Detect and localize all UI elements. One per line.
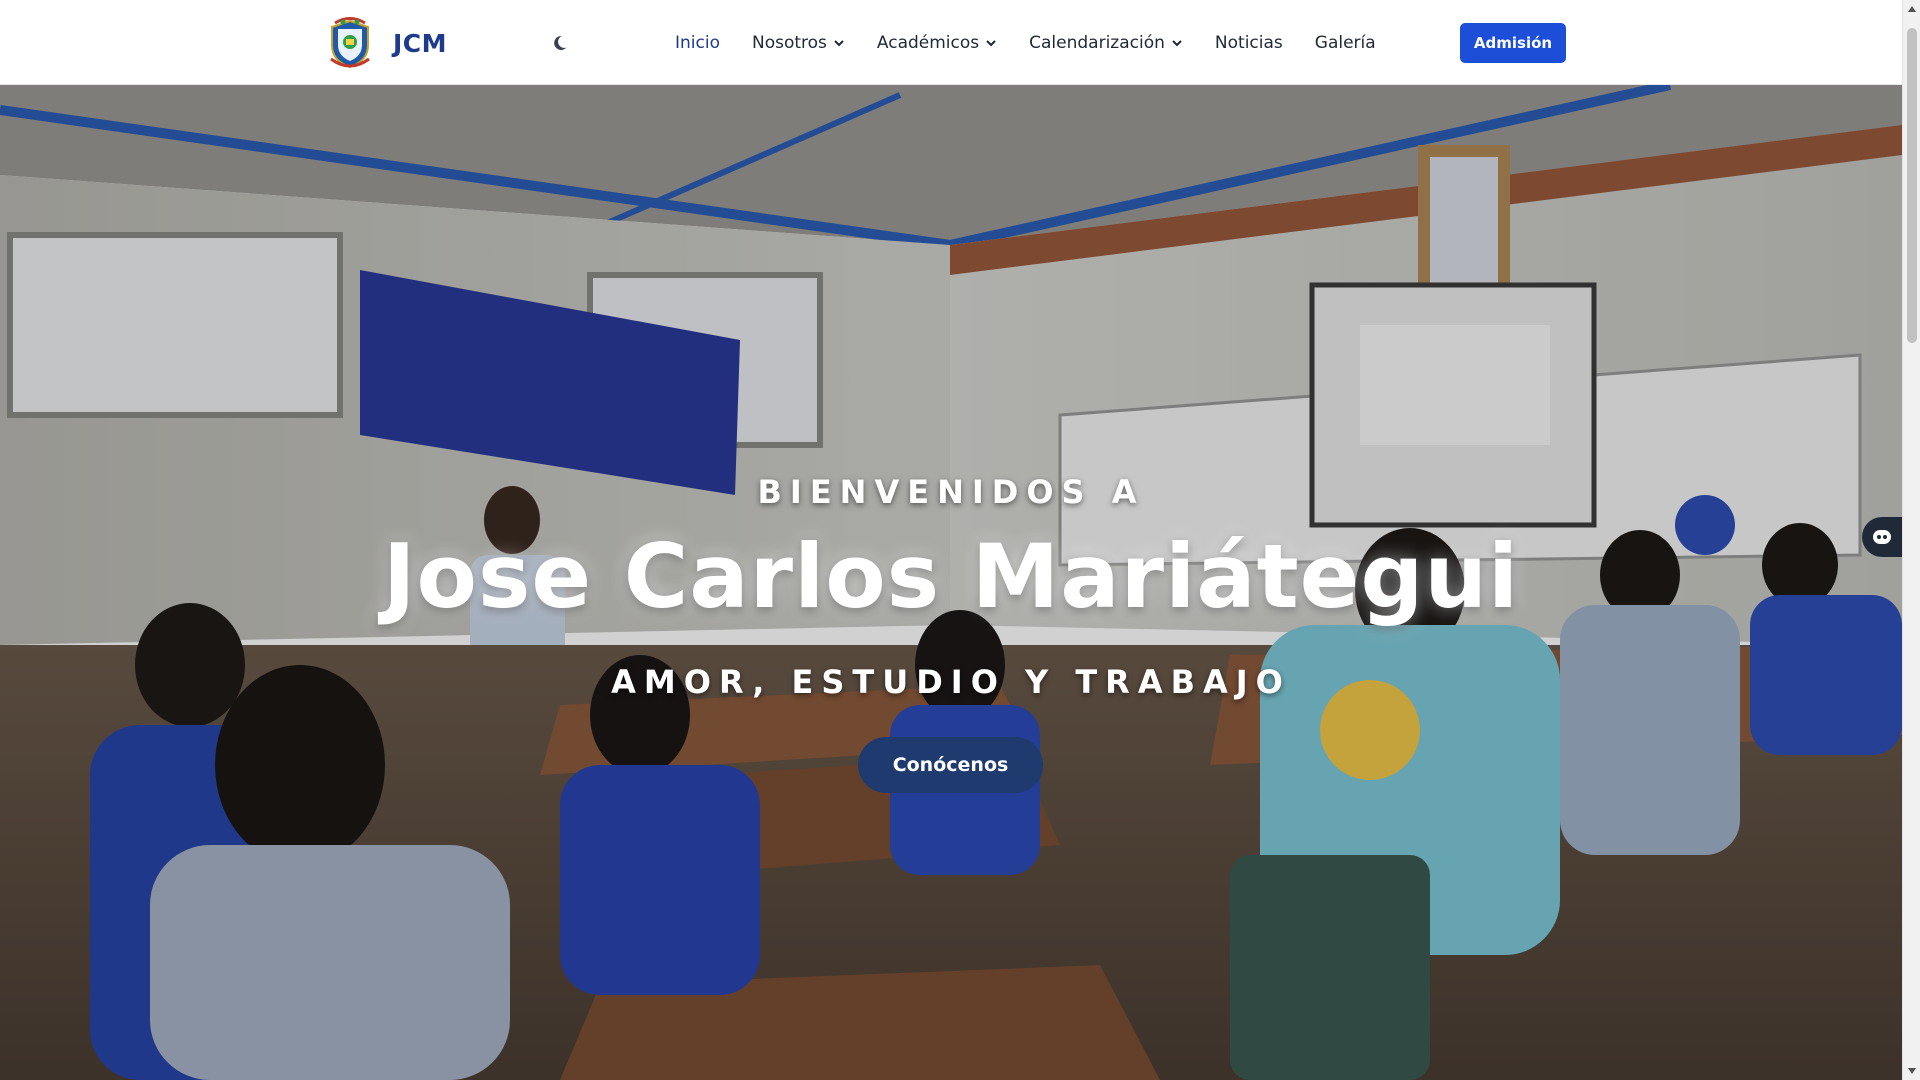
brand-name: JCM: [393, 28, 448, 58]
chevron-down-icon: [986, 39, 996, 46]
nav-item-galeria[interactable]: Galería: [1315, 33, 1376, 53]
nav-item-noticias[interactable]: Noticias: [1215, 33, 1283, 53]
brand-link[interactable]: JCM: [325, 14, 447, 72]
chatbot-icon: [1873, 530, 1891, 544]
hero-section: BIENVENIDOS A Jose Carlos Mariátegui AMO…: [0, 85, 1902, 1080]
scrollbar-thumb[interactable]: [1907, 28, 1917, 343]
nav-item-calendarizacion[interactable]: Calendarización: [1029, 33, 1183, 53]
main-nav: Inicio Nosotros Académicos Calendarizaci…: [675, 0, 1408, 85]
nav-item-label: Inicio: [675, 32, 720, 53]
scroll-up-arrow[interactable]: [1903, 0, 1920, 18]
hero-welcome: BIENVENIDOS A: [757, 473, 1145, 511]
hero-content: BIENVENIDOS A Jose Carlos Mariátegui AMO…: [0, 85, 1902, 1080]
nav-item-label: Académicos: [876, 32, 980, 53]
vertical-scrollbar[interactable]: [1902, 0, 1920, 1080]
chatbot-button[interactable]: [1862, 517, 1902, 557]
nav-item-nosotros[interactable]: Nosotros: [752, 33, 845, 53]
conocenos-button[interactable]: Conócenos: [858, 737, 1043, 793]
admission-button[interactable]: Admisión: [1460, 23, 1566, 63]
nav-item-inicio[interactable]: Inicio: [675, 33, 720, 53]
moon-icon: [554, 35, 567, 50]
hero-motto: AMOR, ESTUDIO Y TRABAJO: [611, 663, 1291, 701]
theme-toggle-button[interactable]: [550, 30, 576, 56]
chevron-down-icon: [1172, 39, 1182, 46]
nav-item-label: Noticias: [1214, 32, 1283, 53]
scroll-down-arrow[interactable]: [1903, 1062, 1920, 1080]
nav-item-label: Galería: [1314, 32, 1376, 53]
navbar: JCM Inicio Nosotros Académicos Calendari…: [0, 0, 1902, 85]
nav-item-label: Calendarización: [1029, 32, 1165, 53]
school-crest-icon: [330, 17, 370, 69]
chevron-down-icon: [834, 39, 844, 46]
hero-title: Jose Carlos Mariátegui: [382, 525, 1520, 628]
nav-item-label: Nosotros: [751, 32, 827, 53]
nav-item-academicos[interactable]: Académicos: [877, 33, 997, 53]
